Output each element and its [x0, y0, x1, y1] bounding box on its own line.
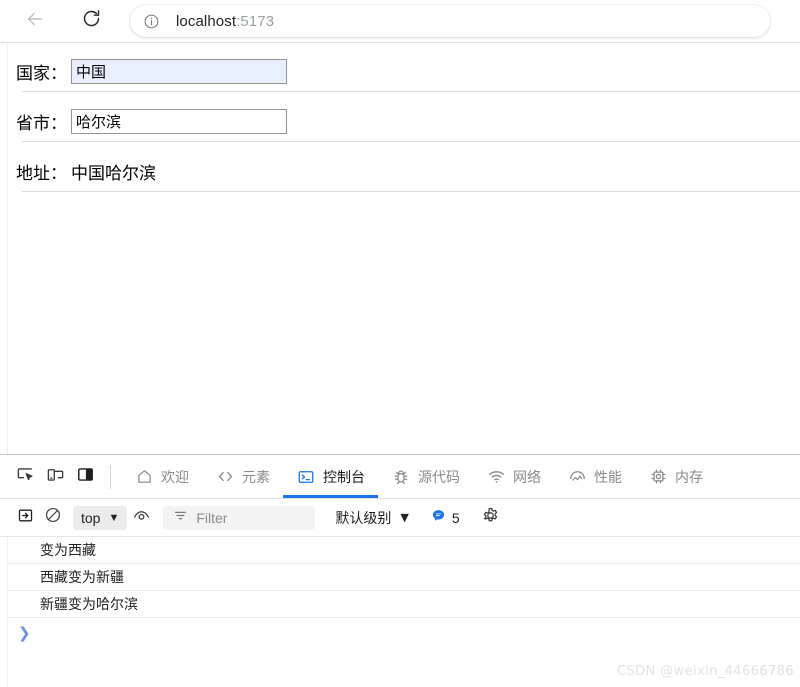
- devtools-tabbar: 欢迎 元素 控制台 源代码 网络 性能 内存: [0, 455, 800, 499]
- tab-memory[interactable]: 内存: [635, 455, 716, 498]
- back-arrow-icon: [24, 8, 46, 35]
- console-toolbar: top ▼ Filter 默认级别 ▼ 5: [0, 499, 800, 537]
- form-row-province: 省市：: [8, 99, 800, 143]
- console-log-row[interactable]: 变为西藏: [0, 537, 800, 564]
- home-icon: [134, 467, 154, 487]
- row-divider: [22, 91, 800, 92]
- filter-placeholder: Filter: [196, 509, 228, 526]
- live-expression-button[interactable]: [127, 504, 155, 532]
- browser-toolbar: localhost:5173: [0, 0, 800, 42]
- row-divider: [22, 191, 800, 192]
- device-toolbar-button[interactable]: [40, 462, 70, 492]
- page-left-edge: [0, 43, 8, 454]
- province-label: 省市：: [16, 113, 67, 134]
- tab-sources[interactable]: 源代码: [378, 455, 473, 498]
- settings-button[interactable]: [478, 505, 504, 531]
- inspect-element-button[interactable]: [10, 462, 40, 492]
- watermark: CSDN @weixin_44666786: [616, 664, 794, 679]
- live-expression-eye-icon: [132, 506, 151, 530]
- dock-panel-icon: [76, 465, 95, 489]
- device-toolbar-icon: [46, 465, 65, 489]
- console-sidebar-icon: [17, 507, 34, 529]
- info-message-icon: [431, 508, 446, 528]
- wifi-icon: [486, 467, 506, 487]
- execution-context-label: top: [81, 509, 101, 526]
- country-input[interactable]: [71, 58, 287, 84]
- chevron-down-icon: ▼: [400, 511, 409, 524]
- inspect-element-icon: [16, 465, 35, 489]
- filter-icon: [173, 508, 188, 528]
- console-log-row[interactable]: 西藏变为新疆: [0, 564, 800, 591]
- address-label: 地址：: [16, 163, 67, 184]
- reload-icon: [81, 8, 102, 34]
- tab-welcome[interactable]: 欢迎: [121, 455, 202, 498]
- tab-elements[interactable]: 元素: [202, 455, 283, 498]
- tab-performance-label: 性能: [594, 469, 622, 486]
- tab-welcome-label: 欢迎: [161, 469, 189, 486]
- tab-network-label: 网络: [513, 469, 541, 486]
- toolbar-divider: [110, 464, 111, 489]
- site-info-icon[interactable]: [140, 10, 162, 32]
- address-value: 中国哈尔滨: [71, 163, 156, 184]
- tab-console-label: 控制台: [323, 469, 365, 486]
- log-level-label: 默认级别: [335, 510, 392, 527]
- code-brackets-icon: [215, 467, 235, 487]
- province-input[interactable]: [71, 108, 287, 134]
- page-viewport: 国家： 省市： 地址： 中国哈尔滨: [0, 43, 800, 454]
- tab-memory-label: 内存: [675, 469, 703, 486]
- back-button[interactable]: [18, 4, 52, 38]
- address-bar[interactable]: localhost:5173: [130, 5, 770, 37]
- console-prompt-row[interactable]: ❯: [0, 618, 800, 648]
- filter-input[interactable]: Filter: [163, 505, 316, 530]
- bug-icon: [391, 467, 411, 487]
- memory-chip-icon: [648, 467, 668, 487]
- reload-button[interactable]: [74, 4, 108, 38]
- message-count-badge[interactable]: 5: [431, 508, 460, 528]
- form-row-address: 地址： 中国哈尔滨: [8, 149, 800, 193]
- tab-sources-label: 源代码: [418, 469, 460, 486]
- tab-elements-label: 元素: [242, 469, 270, 486]
- country-label: 国家：: [16, 63, 67, 84]
- console-left-rail: [0, 537, 8, 687]
- chevron-down-icon: ▼: [108, 511, 120, 524]
- form-row-country: 国家：: [8, 49, 800, 93]
- gear-icon: [481, 506, 500, 530]
- console-message-list[interactable]: 变为西藏 西藏变为新疆 新疆变为哈尔滨 ❯ CSDN @weixin_44666…: [0, 537, 800, 687]
- clear-console-button[interactable]: [39, 504, 67, 532]
- tab-network[interactable]: 网络: [473, 455, 554, 498]
- log-level-dropdown[interactable]: 默认级别 ▼: [335, 508, 408, 528]
- console-log-row[interactable]: 新疆变为哈尔滨: [0, 591, 800, 618]
- console-terminal-icon: [296, 467, 316, 487]
- url-host: localhost: [176, 12, 237, 30]
- message-count-value: 5: [451, 509, 460, 526]
- tab-console[interactable]: 控制台: [283, 455, 378, 498]
- prompt-chevron-icon: ❯: [18, 624, 31, 642]
- tab-performance[interactable]: 性能: [554, 455, 635, 498]
- url-text: localhost:5173: [176, 13, 274, 30]
- url-port: :5173: [236, 12, 275, 30]
- row-divider: [22, 141, 800, 142]
- performance-gauge-icon: [567, 467, 587, 487]
- devtools-panel: 欢迎 元素 控制台 源代码 网络 性能 内存 top ▼ Filter 默认级别…: [0, 454, 800, 687]
- execution-context-dropdown[interactable]: top ▼: [73, 505, 128, 530]
- clear-console-icon: [44, 506, 62, 529]
- console-sidebar-button[interactable]: [11, 504, 39, 532]
- dock-panel-button[interactable]: [70, 462, 100, 492]
